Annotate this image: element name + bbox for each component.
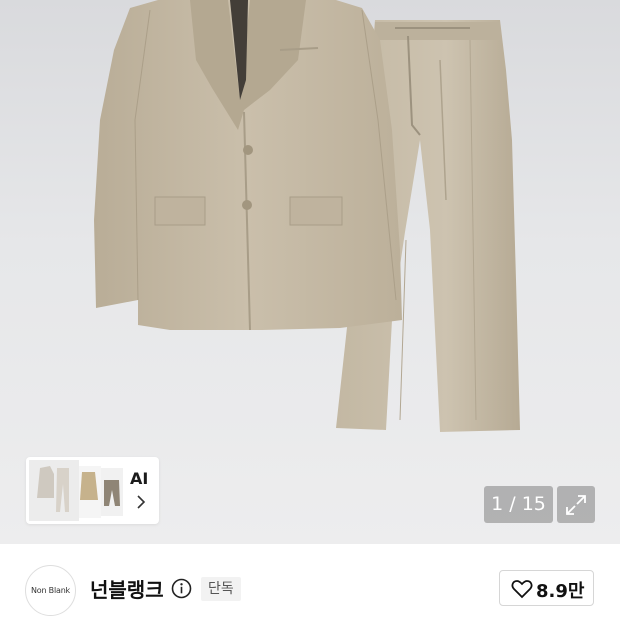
product-image-gallery[interactable]: AI 1 / 15 xyxy=(0,0,620,544)
like-button[interactable]: 8.9만 xyxy=(499,570,594,606)
image-counter: 1 / 15 xyxy=(484,486,553,523)
brand-avatar[interactable]: Non Blank xyxy=(25,565,76,616)
heart-icon xyxy=(511,580,533,599)
ai-label: AI xyxy=(130,469,149,488)
expand-button[interactable] xyxy=(557,486,595,523)
chevron-right-icon xyxy=(137,495,146,509)
expand-icon xyxy=(566,495,586,515)
brand-name[interactable]: 넌블랭크 xyxy=(90,574,164,603)
ai-thumbnail-strip xyxy=(29,460,123,521)
ai-recommendation-chip[interactable]: AI xyxy=(26,457,159,524)
exclusive-badge: 단독 xyxy=(201,577,241,601)
info-icon[interactable] xyxy=(171,578,192,599)
like-count: 8.9만 xyxy=(536,581,585,602)
